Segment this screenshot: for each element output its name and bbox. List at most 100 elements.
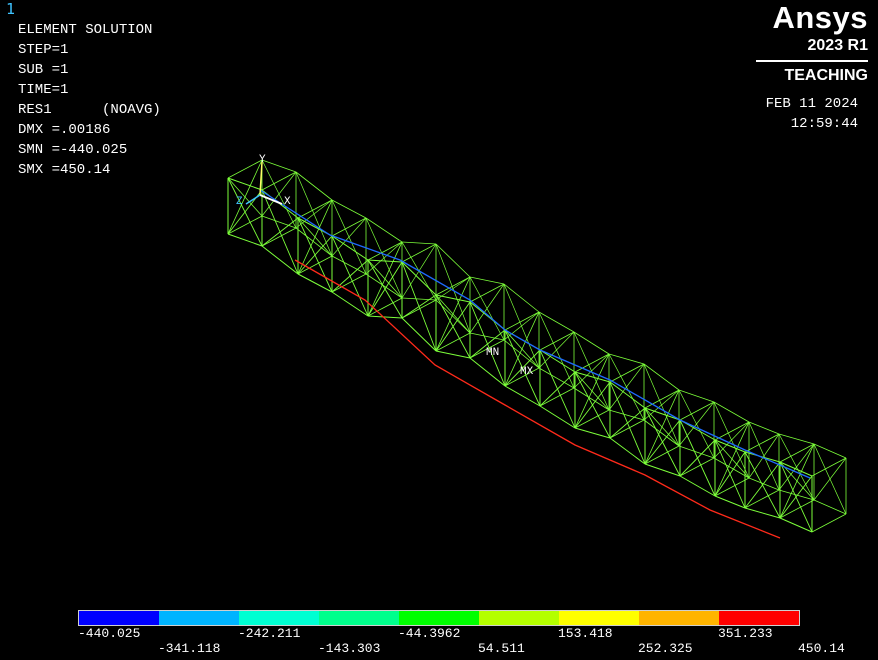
truss-member bbox=[744, 461, 781, 509]
truss-member bbox=[401, 299, 437, 319]
truss-member bbox=[435, 301, 471, 352]
legend-label: 153.418 bbox=[558, 626, 613, 641]
truss-member bbox=[744, 507, 781, 519]
truss-member bbox=[539, 387, 575, 407]
legend-label: -440.025 bbox=[78, 626, 141, 641]
truss-member bbox=[469, 332, 505, 341]
truss-member bbox=[435, 350, 471, 359]
legend-label: -143.303 bbox=[318, 641, 381, 656]
truss-member bbox=[679, 439, 716, 477]
truss-member bbox=[779, 499, 815, 519]
tension-edge bbox=[294, 259, 781, 539]
truss-member bbox=[261, 245, 299, 275]
truss-member bbox=[608, 353, 645, 365]
truss-member bbox=[609, 407, 646, 439]
truss-member bbox=[713, 421, 750, 459]
truss-member bbox=[714, 421, 750, 441]
truss-member bbox=[331, 255, 367, 275]
truss-member bbox=[574, 427, 611, 439]
legend-swatch bbox=[319, 611, 399, 625]
truss-member bbox=[297, 273, 333, 293]
legend-swatch bbox=[639, 611, 719, 625]
truss-member bbox=[469, 276, 505, 285]
truss-member bbox=[538, 311, 575, 333]
axis-triad: Y X Z bbox=[236, 154, 291, 208]
legend-label: -341.118 bbox=[158, 641, 221, 656]
truss-member bbox=[644, 445, 680, 465]
compression-edge bbox=[259, 189, 811, 479]
truss-member bbox=[779, 461, 813, 477]
truss-member bbox=[295, 199, 333, 229]
truss-member bbox=[539, 331, 575, 351]
truss-member bbox=[748, 433, 780, 479]
truss-member bbox=[297, 199, 333, 219]
truss-member bbox=[401, 241, 437, 245]
truss-member bbox=[813, 457, 847, 501]
truss-member bbox=[503, 339, 540, 369]
legend-label: 54.511 bbox=[478, 641, 525, 656]
truss-member bbox=[678, 401, 715, 447]
truss-member bbox=[435, 276, 471, 296]
legend-swatch bbox=[159, 611, 239, 625]
triad-y-label: Y bbox=[259, 154, 266, 166]
min-marker: MN bbox=[486, 347, 499, 359]
truss-member bbox=[679, 457, 715, 477]
truss-member bbox=[331, 199, 367, 219]
truss-member bbox=[573, 353, 610, 389]
legend-label: -242.211 bbox=[238, 626, 301, 641]
truss-member bbox=[539, 371, 576, 407]
legend-label: 252.325 bbox=[638, 641, 693, 656]
truss-member bbox=[401, 243, 437, 263]
truss-member bbox=[779, 517, 813, 533]
legend-swatch bbox=[399, 611, 479, 625]
truss-member bbox=[469, 357, 506, 387]
truss-member bbox=[811, 513, 847, 533]
truss-member bbox=[779, 443, 815, 519]
truss-member bbox=[714, 421, 750, 497]
truss-model-viewport[interactable]: Y X Z MN MX bbox=[0, 0, 878, 660]
max-marker: MX bbox=[520, 366, 534, 378]
legend-swatch bbox=[479, 611, 559, 625]
truss-member bbox=[503, 283, 540, 313]
truss-member bbox=[813, 443, 847, 459]
truss-member bbox=[435, 243, 471, 278]
truss-member bbox=[713, 401, 750, 423]
triad-z-label: Z bbox=[236, 196, 243, 208]
legend-label: -44.3962 bbox=[398, 626, 461, 641]
truss-member bbox=[401, 317, 437, 352]
truss-member bbox=[714, 451, 746, 497]
truss-member bbox=[574, 353, 610, 373]
truss-member bbox=[778, 433, 815, 445]
legend-label: 351.233 bbox=[718, 626, 773, 641]
truss-member bbox=[261, 171, 297, 191]
truss-member bbox=[574, 409, 610, 429]
truss-member bbox=[297, 235, 333, 275]
legend-swatch bbox=[559, 611, 639, 625]
truss-member bbox=[811, 457, 847, 477]
truss-member bbox=[779, 443, 815, 463]
triad-x-label: X bbox=[284, 196, 291, 208]
truss-member bbox=[813, 499, 847, 515]
truss-member bbox=[503, 311, 540, 341]
legend-labels: -440.025 -242.211 -44.3962 153.418 351.2… bbox=[0, 626, 878, 660]
legend-label: 450.14 bbox=[798, 641, 845, 656]
contour-legend bbox=[78, 610, 800, 626]
truss-member bbox=[295, 171, 333, 201]
truss-mesh bbox=[227, 159, 847, 533]
triad-z-axis bbox=[245, 194, 261, 205]
truss-member bbox=[714, 477, 750, 497]
truss-member bbox=[744, 489, 780, 509]
truss-member bbox=[744, 433, 780, 453]
truss-member bbox=[574, 353, 610, 429]
truss-member bbox=[608, 409, 645, 421]
truss-member bbox=[331, 217, 367, 237]
truss-member bbox=[679, 401, 715, 421]
truss-member bbox=[609, 363, 645, 383]
legend-swatch bbox=[719, 611, 799, 625]
truss-member bbox=[504, 385, 541, 407]
truss-member bbox=[297, 199, 333, 275]
legend-swatch bbox=[79, 611, 159, 625]
truss-member bbox=[227, 159, 263, 179]
legend-swatch bbox=[239, 611, 319, 625]
truss-member bbox=[227, 215, 263, 235]
